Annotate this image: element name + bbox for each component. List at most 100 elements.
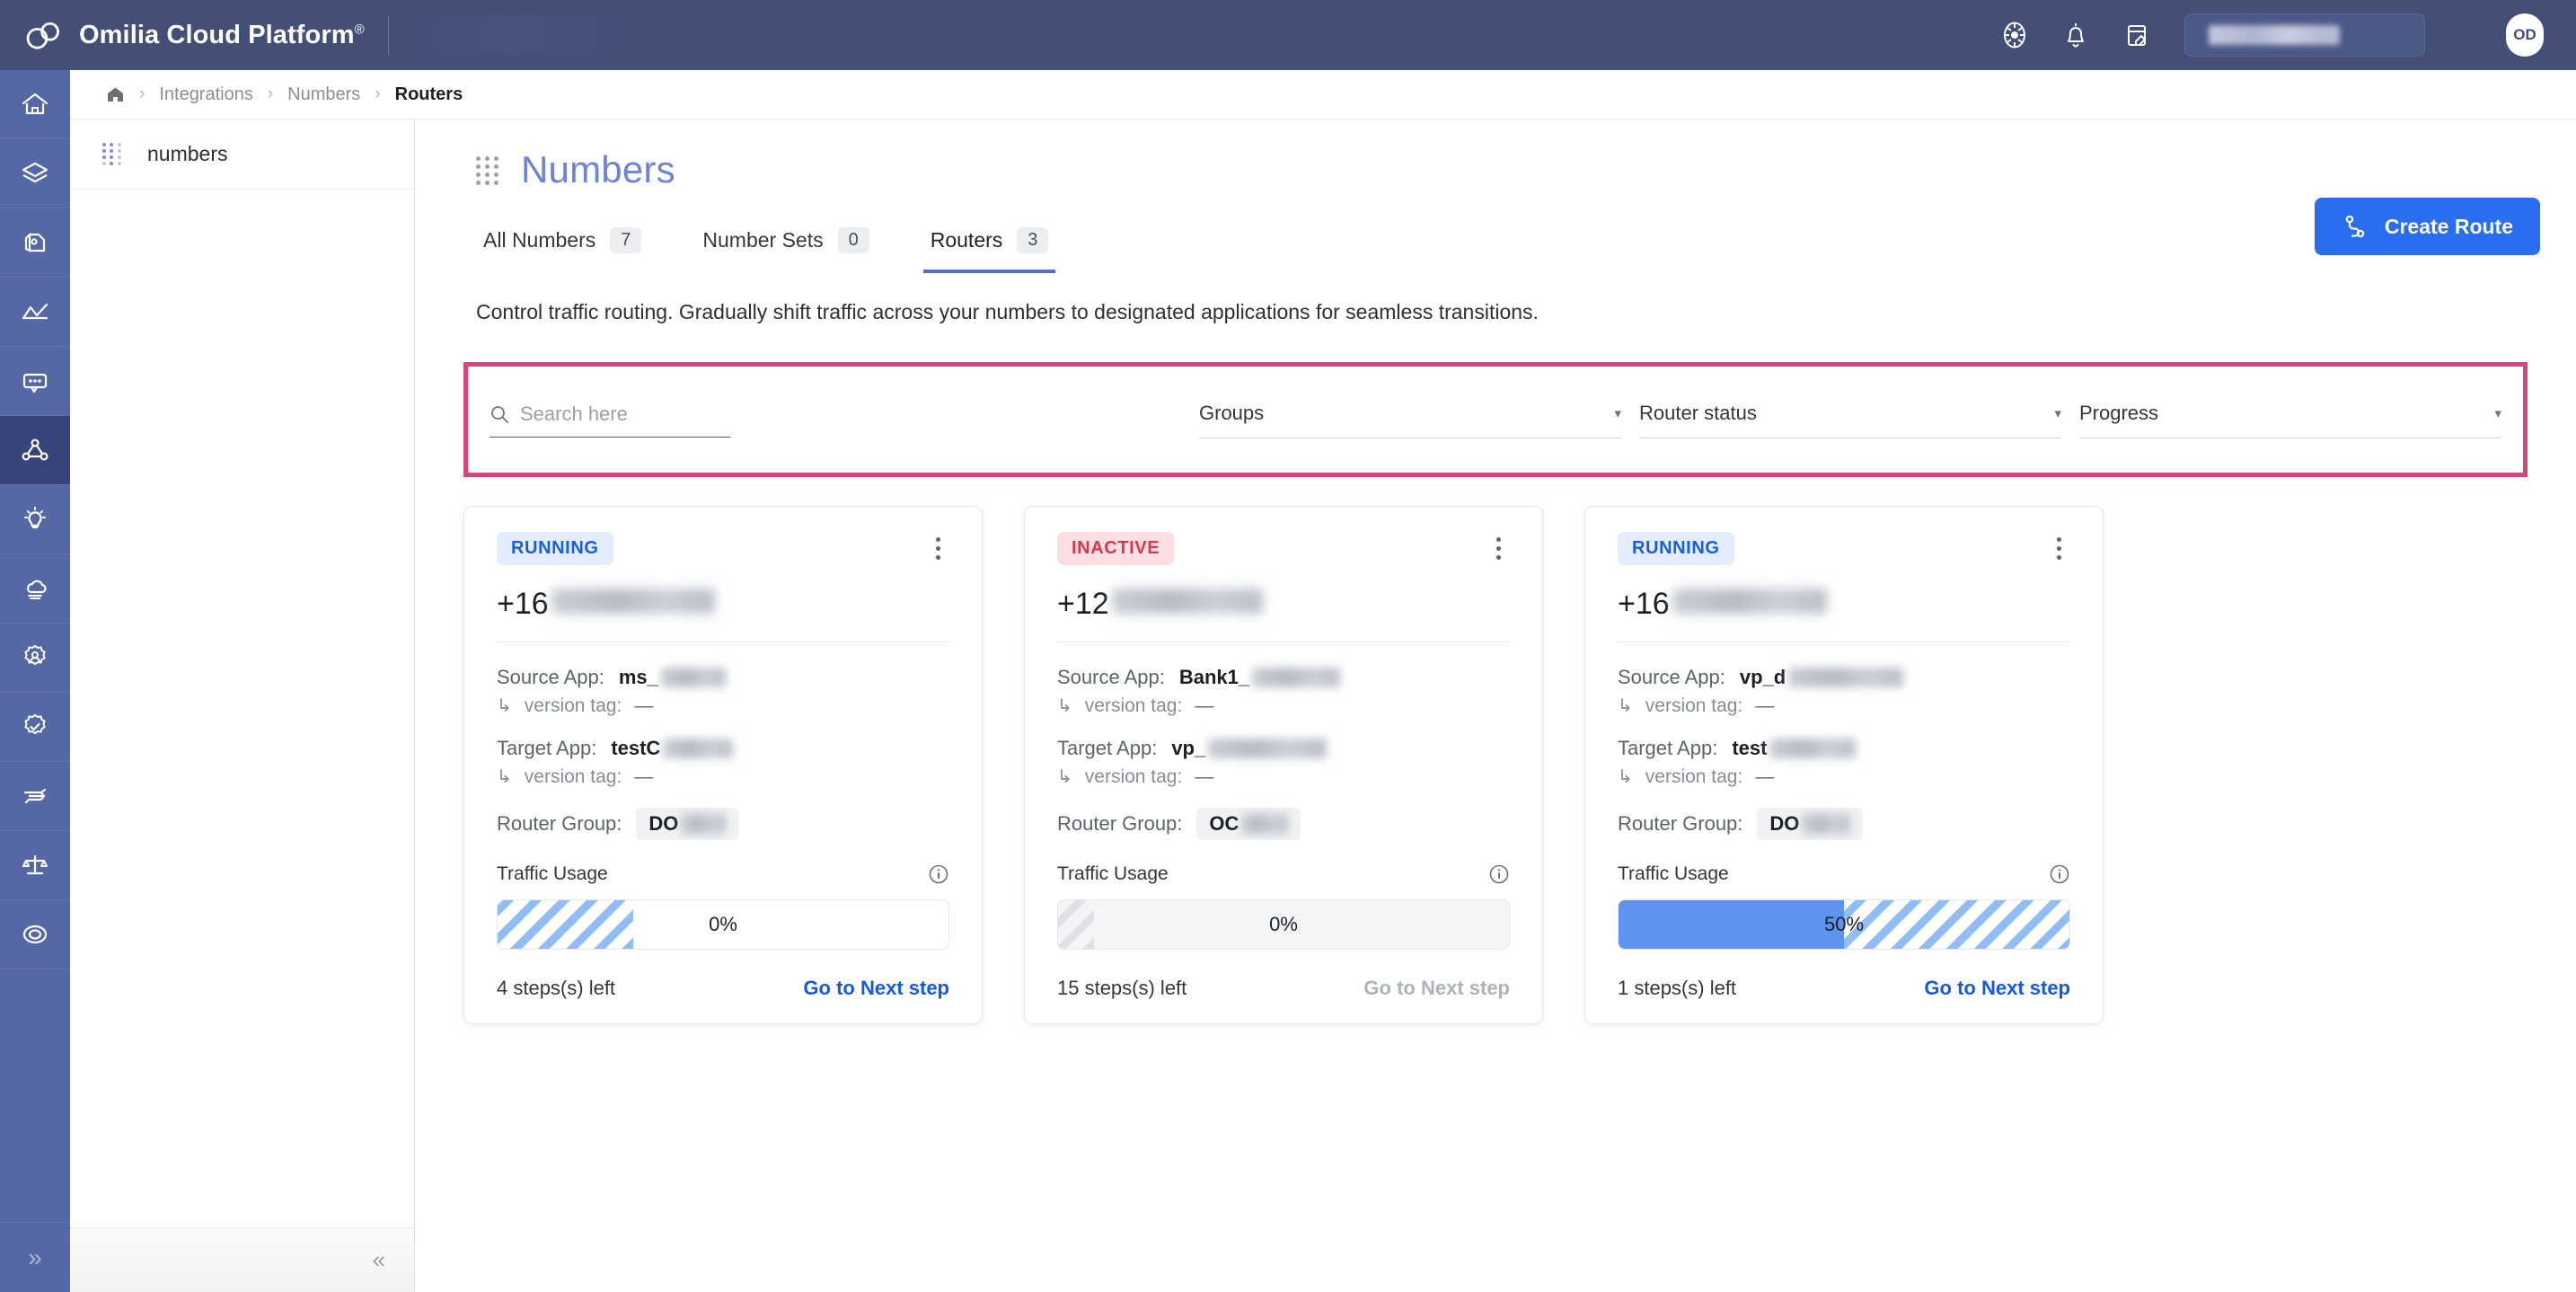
global-search-pill[interactable] bbox=[2184, 13, 2425, 57]
source-version-tag-value: — bbox=[1755, 695, 1775, 716]
target-version-tag-label: version tag: bbox=[1084, 766, 1183, 787]
sidebar-rail: » bbox=[0, 70, 70, 1292]
breadcrumb: › Integrations › Numbers › Routers bbox=[70, 70, 2576, 119]
notes-edit-icon[interactable] bbox=[2122, 20, 2152, 50]
card-header: RUNNING bbox=[497, 532, 949, 565]
sidebar-item-layers[interactable] bbox=[0, 139, 70, 208]
phone-number-redacted bbox=[1111, 588, 1263, 614]
select-router-status[interactable]: Router status ▾ bbox=[1639, 402, 2061, 438]
router-card[interactable]: RUNNING +16 Source App: vp_d ↳ version t… bbox=[1584, 506, 2104, 1024]
info-icon[interactable] bbox=[1488, 863, 1510, 885]
topbar-context-chip[interactable] bbox=[411, 15, 619, 55]
filter-selects: Groups ▾ Router status ▾ Progress ▾ bbox=[1199, 402, 2523, 438]
router-group-redacted bbox=[1802, 814, 1851, 834]
target-version-tag-row: ↳ version tag: — bbox=[1618, 765, 2070, 788]
sidebar-item-compliance[interactable] bbox=[0, 831, 70, 900]
lightbulb-insights-icon bbox=[24, 507, 46, 529]
sidebar-item-analytics[interactable] bbox=[0, 278, 70, 347]
source-version-tag-label: version tag: bbox=[1084, 695, 1183, 716]
traffic-usage-bar[interactable]: 0% bbox=[497, 899, 949, 950]
support-wheel-icon[interactable] bbox=[1999, 20, 2030, 50]
target-app-label: Target App: bbox=[1057, 737, 1158, 759]
tree-collapse-button[interactable]: « bbox=[70, 1227, 414, 1292]
target-app-value: test bbox=[1732, 737, 1857, 760]
tab-count: 7 bbox=[610, 227, 642, 253]
router-group-value: DO bbox=[1757, 808, 1864, 840]
sidebar-item-home[interactable] bbox=[0, 70, 70, 139]
tab-label: Number Sets bbox=[702, 228, 824, 252]
source-app-redacted bbox=[660, 668, 726, 687]
sidebar-item-insights[interactable] bbox=[0, 485, 70, 554]
card-menu-button[interactable] bbox=[927, 532, 949, 565]
compliance-scales-icon bbox=[22, 854, 48, 875]
router-group-redacted bbox=[681, 814, 727, 834]
cloud-stack-icon bbox=[26, 580, 47, 599]
router-group-value: DO bbox=[636, 808, 739, 840]
create-route-button[interactable]: Create Route bbox=[2314, 198, 2540, 255]
go-to-next-step-link: Go to Next step bbox=[1363, 977, 1510, 999]
traffic-usage-bar[interactable]: 0% bbox=[1057, 899, 1510, 950]
router-group-label: Router Group: bbox=[497, 812, 622, 835]
brand[interactable]: Omilia Cloud Platform® bbox=[25, 20, 365, 50]
source-version-tag-row: ↳ version tag: — bbox=[1057, 695, 1510, 717]
bell-icon[interactable] bbox=[2060, 20, 2091, 50]
layers-icon bbox=[22, 162, 49, 183]
card-header: RUNNING bbox=[1618, 532, 2070, 565]
go-to-next-step-link[interactable]: Go to Next step bbox=[1924, 977, 2070, 1000]
status-badge: RUNNING bbox=[1618, 532, 1734, 565]
info-icon[interactable] bbox=[2049, 863, 2070, 885]
breadcrumb-item-integrations[interactable]: Integrations bbox=[159, 84, 253, 105]
sidebar-item-quality[interactable] bbox=[0, 693, 70, 762]
status-badge: INACTIVE bbox=[1057, 532, 1175, 565]
tab-number-sets[interactable]: Number Sets 0 bbox=[695, 227, 876, 273]
breadcrumb-home-icon[interactable] bbox=[106, 85, 125, 104]
search-input[interactable] bbox=[520, 402, 730, 426]
omilia-logo-icon bbox=[26, 22, 59, 49]
return-arrow-icon: ↳ bbox=[1618, 767, 1633, 787]
card-menu-button[interactable] bbox=[2048, 532, 2070, 565]
breadcrumb-item-routers: Routers bbox=[394, 84, 463, 104]
traffic-usage-label: Traffic Usage bbox=[497, 863, 608, 884]
topbar-divider bbox=[387, 15, 389, 55]
sidebar-item-data-streams[interactable] bbox=[0, 762, 70, 831]
search-field bbox=[490, 402, 730, 438]
source-version-tag-value: — bbox=[634, 695, 654, 716]
select-progress[interactable]: Progress ▾ bbox=[2079, 402, 2501, 438]
card-menu-button[interactable] bbox=[1487, 532, 1510, 565]
global-search-value-redacted bbox=[2209, 25, 2340, 45]
target-version-tag-value: — bbox=[634, 766, 654, 787]
target-app-redacted bbox=[1769, 739, 1857, 758]
traffic-usage-header: Traffic Usage bbox=[1618, 863, 2070, 885]
info-icon[interactable] bbox=[928, 863, 949, 885]
source-app-label: Source App: bbox=[497, 666, 604, 688]
sidebar-item-integrations[interactable] bbox=[0, 416, 70, 485]
sidebar-item-support[interactable] bbox=[0, 900, 70, 969]
sidebar-item-conversations[interactable] bbox=[0, 347, 70, 416]
sidebar-expand-button[interactable]: » bbox=[0, 1222, 70, 1292]
topbar-icon-group bbox=[1999, 20, 2152, 50]
tab-label: Routers bbox=[930, 228, 1003, 252]
tab-routers[interactable]: Routers 3 bbox=[922, 227, 1056, 273]
traffic-usage-bar[interactable]: 50% bbox=[1618, 899, 2070, 950]
router-card[interactable]: INACTIVE +12 Source App: Bank1_ ↳ versio… bbox=[1024, 506, 1543, 1024]
sidebar-item-cloud[interactable] bbox=[0, 554, 70, 624]
steps-left: 4 steps(s) left bbox=[497, 977, 616, 999]
router-group-row: Router Group: OC bbox=[1057, 808, 1510, 840]
tree-panel: numbers « bbox=[70, 119, 415, 1292]
target-app-value: vp_ bbox=[1171, 737, 1328, 760]
sidebar-item-flows[interactable] bbox=[0, 208, 70, 278]
traffic-usage-header: Traffic Usage bbox=[497, 863, 949, 885]
phone-number: +16 bbox=[497, 587, 949, 622]
page-description: Control traffic routing. Gradually shift… bbox=[476, 300, 1539, 323]
return-arrow-icon: ↳ bbox=[1057, 696, 1072, 716]
go-to-next-step-link[interactable]: Go to Next step bbox=[803, 977, 949, 1000]
content-split: numbers « Numbers All Numbers 7 Number S… bbox=[70, 119, 2576, 1292]
breadcrumb-item-numbers[interactable]: Numbers bbox=[287, 84, 360, 105]
sidebar-item-user-settings[interactable] bbox=[0, 624, 70, 693]
tree-item-numbers[interactable]: numbers bbox=[70, 119, 414, 190]
avatar[interactable]: OD bbox=[2506, 13, 2544, 57]
router-card[interactable]: RUNNING +16 Source App: ms_ ↳ version ta… bbox=[463, 506, 983, 1024]
tab-all-numbers[interactable]: All Numbers 7 bbox=[476, 227, 648, 273]
select-groups[interactable]: Groups ▾ bbox=[1199, 402, 1621, 438]
source-app-row: Source App: ms_ bbox=[497, 666, 949, 689]
